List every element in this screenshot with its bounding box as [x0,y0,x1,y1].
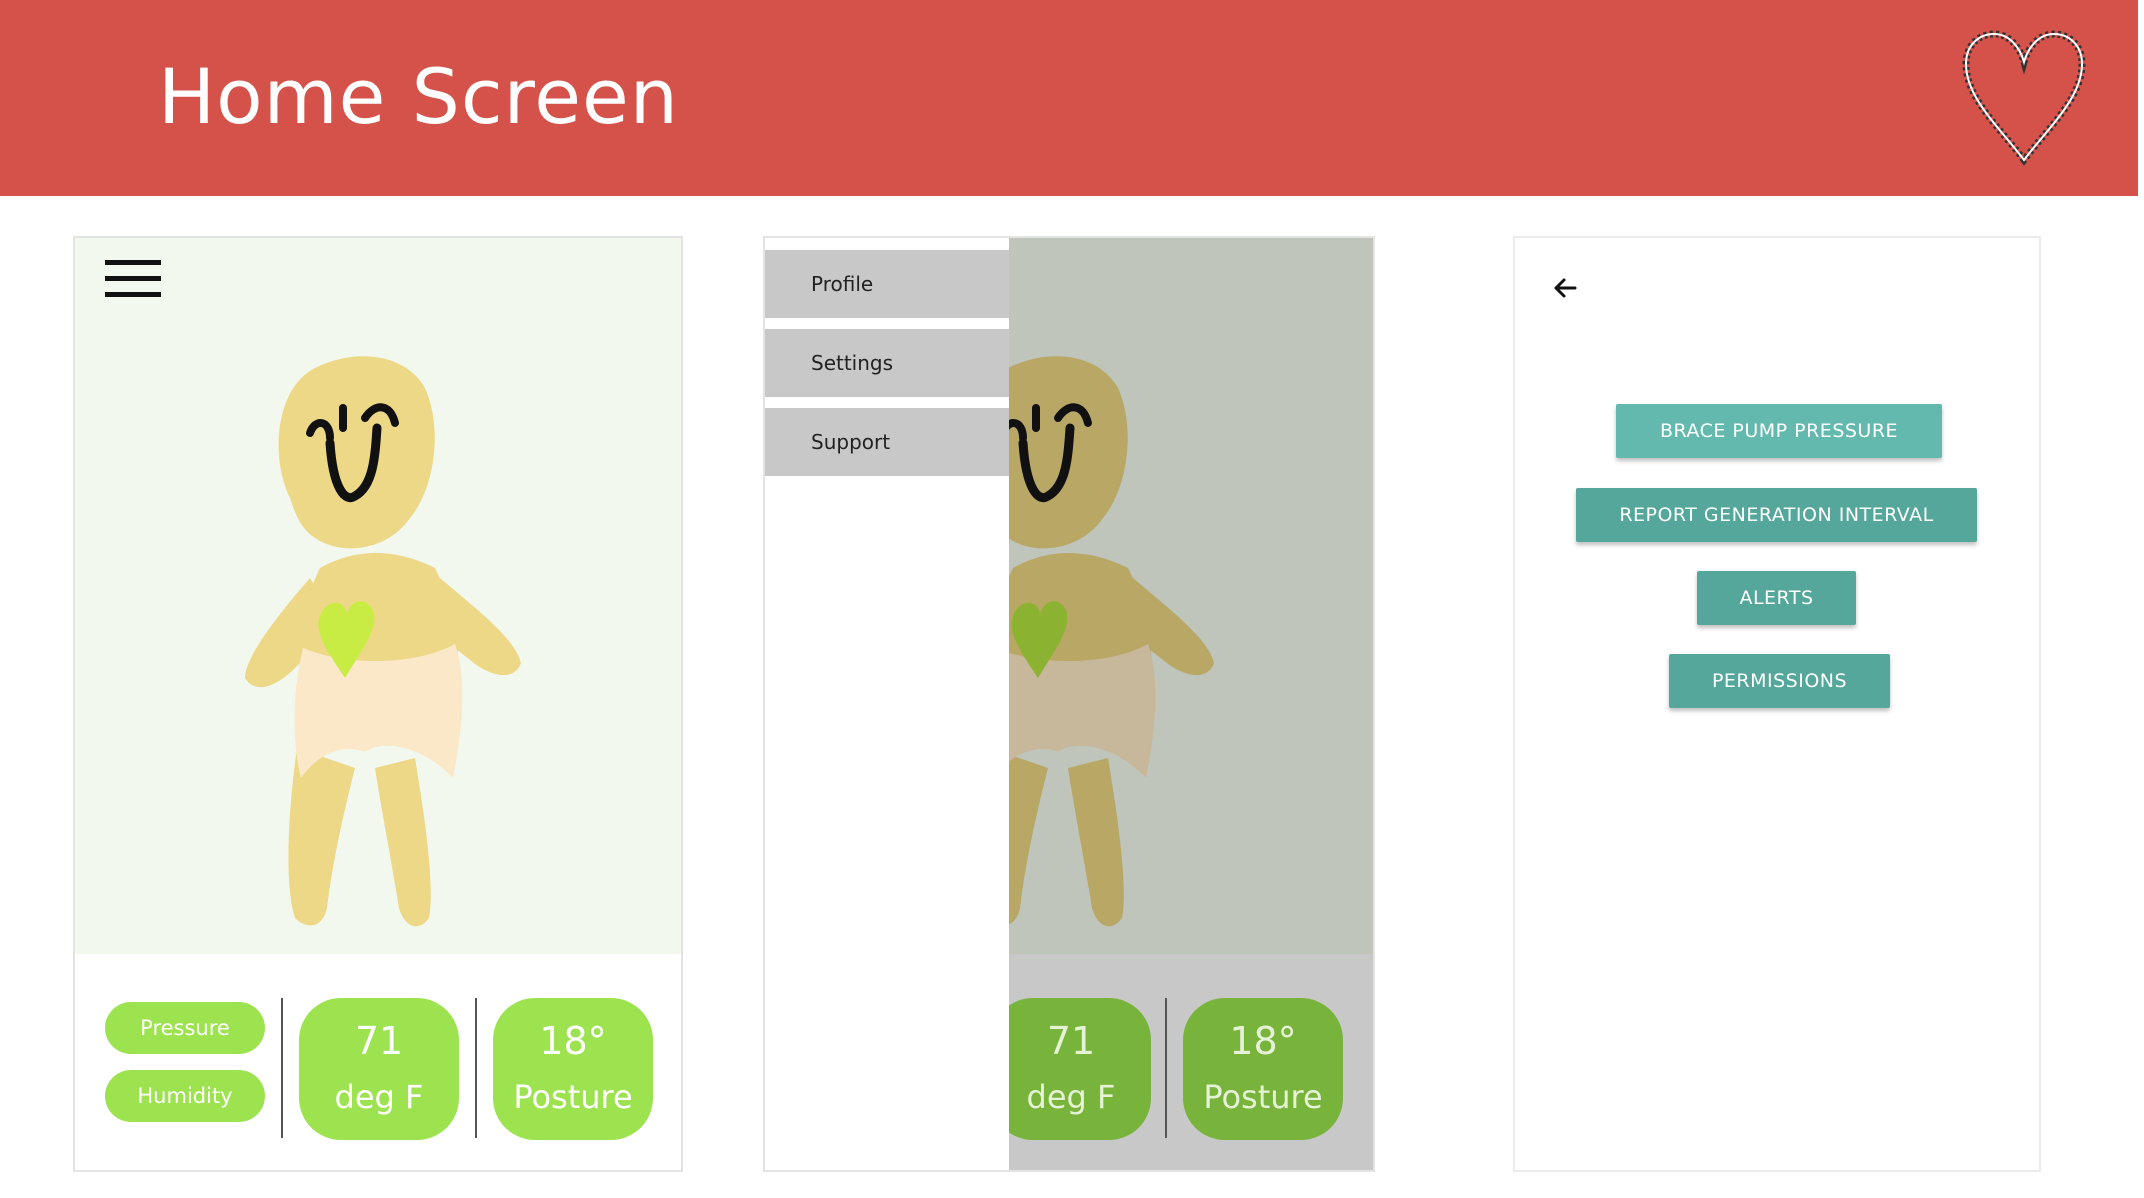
drawer-phone: 71 deg F 18° Posture Profile Settings Su… [763,236,1375,1172]
report-generation-interval-button[interactable]: REPORT GENERATION INTERVAL [1576,488,1977,542]
home-phone: Pressure Humidity 71 deg F 18° Posture [73,236,683,1172]
posture-value: 18° [1229,1019,1297,1063]
temperature-unit: deg F [334,1078,424,1116]
character-illustration [245,356,521,927]
divider [1165,998,1167,1138]
temperature-stat: 71 deg F [991,998,1151,1140]
alerts-button[interactable]: ALERTS [1697,571,1856,625]
humidity-button[interactable]: Humidity [105,1070,265,1122]
posture-unit: Posture [1203,1078,1323,1116]
settings-phone: BRACE PUMP PRESSURE REPORT GENERATION IN… [1513,236,2041,1172]
menu-icon[interactable] [105,260,161,300]
posture-value: 18° [539,1019,607,1063]
divider [281,998,283,1138]
posture-stat[interactable]: 18° Posture [493,998,653,1140]
drawer-item-support[interactable]: Support [765,408,1009,476]
page-title: Home Screen [158,52,679,141]
nav-drawer: Profile Settings Support [765,238,1009,1170]
posture-stat: 18° Posture [1183,998,1343,1140]
drawer-item-profile[interactable]: Profile [765,250,1009,318]
temperature-unit: deg F [1026,1078,1116,1116]
character-area [75,238,681,954]
back-arrow-icon[interactable] [1549,272,1581,304]
posture-unit: Posture [513,1078,633,1116]
page: Home Screen Pressure Humidity 71 deg F 1… [0,0,2144,1198]
header-bar: Home Screen [0,0,2138,196]
pressure-button[interactable]: Pressure [105,1002,265,1054]
heart-icon [1962,30,2086,166]
temperature-value: 71 [354,1019,404,1063]
brace-pump-pressure-button[interactable]: BRACE PUMP PRESSURE [1616,404,1942,458]
permissions-button[interactable]: PERMISSIONS [1669,654,1890,708]
temperature-value: 71 [1046,1019,1096,1063]
temperature-stat[interactable]: 71 deg F [299,998,459,1140]
drawer-item-settings[interactable]: Settings [765,329,1009,397]
divider [475,998,477,1138]
